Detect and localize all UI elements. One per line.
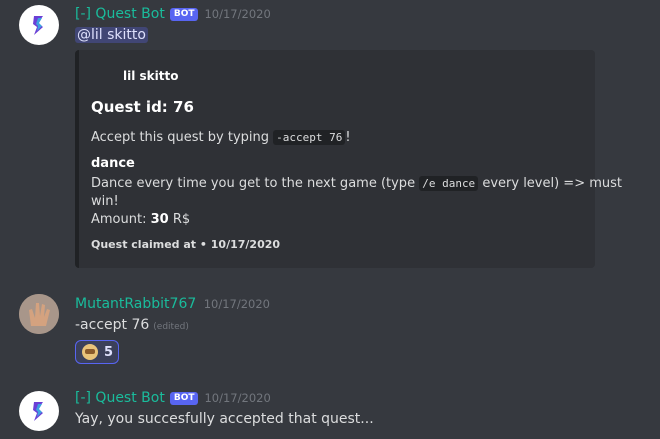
username[interactable]: [-] Quest Bot (75, 390, 165, 406)
message-header: [-] Quest Bot BOT 10/17/2020 (75, 6, 271, 22)
amount-label: Amount: (91, 212, 147, 227)
quest-embed: lil skitto Quest id: 76 Accept this ques… (75, 50, 622, 268)
message-content: @lil skitto (75, 27, 148, 43)
timestamp: 10/17/2020 (204, 7, 271, 21)
message-text: -accept 76 (75, 317, 150, 333)
field-text: Dance every time you get to the next gam… (91, 176, 416, 191)
flame-logo-icon (33, 16, 43, 35)
user-avatar[interactable] (19, 294, 59, 334)
face-emoji-icon (82, 344, 98, 360)
embed-author: lil skitto (123, 69, 179, 83)
desc-suffix: ! (345, 130, 351, 145)
message-text: Yay, you succesfully accepted that quest… (75, 411, 374, 427)
bot-avatar[interactable] (19, 5, 59, 45)
embed-footer: Quest claimed at • 10/17/2020 (91, 238, 281, 251)
message-content: Yay, you succesfully accepted that quest… (75, 411, 374, 427)
flame-logo-icon (33, 402, 43, 421)
reaction-button[interactable]: 5 (75, 340, 119, 364)
amount-line: Amount: 30 R$ (91, 212, 190, 227)
username[interactable]: [-] Quest Bot (75, 6, 165, 22)
timestamp: 10/17/2020 (203, 297, 271, 311)
embed-title: Quest id: 76 (91, 98, 194, 116)
timestamp: 10/17/2020 (204, 391, 271, 405)
username[interactable]: MutantRabbit767 (75, 296, 196, 312)
field-name: dance (91, 156, 135, 171)
embed-description: Accept this quest by typing -accept 76! (91, 130, 351, 145)
bot-tag: BOT (169, 392, 199, 405)
desc-prefix: Accept this quest by typing (91, 130, 270, 145)
message-header: MutantRabbit767 10/17/2020 (75, 296, 270, 312)
amount-unit: R$ (172, 212, 191, 227)
message-content: -accept 76 (edited) (75, 317, 189, 333)
field-value-line-1: Dance every time you get to the next gam… (91, 176, 622, 191)
hand-photo-icon (19, 294, 59, 334)
bot-avatar[interactable] (19, 391, 59, 431)
edited-label: (edited) (153, 322, 189, 332)
amount-value: 30 (150, 212, 169, 227)
bot-tag: BOT (169, 8, 199, 21)
message-header: [-] Quest Bot BOT 10/17/2020 (75, 390, 271, 406)
user-mention[interactable]: @lil skitto (75, 27, 148, 43)
field-value-line-2: win! (91, 194, 119, 209)
accept-command-code: -accept 76 (273, 130, 346, 145)
field-text: every level) => must (482, 176, 622, 191)
emote-command-code: /e dance (419, 176, 479, 191)
reaction-count: 5 (104, 344, 114, 360)
